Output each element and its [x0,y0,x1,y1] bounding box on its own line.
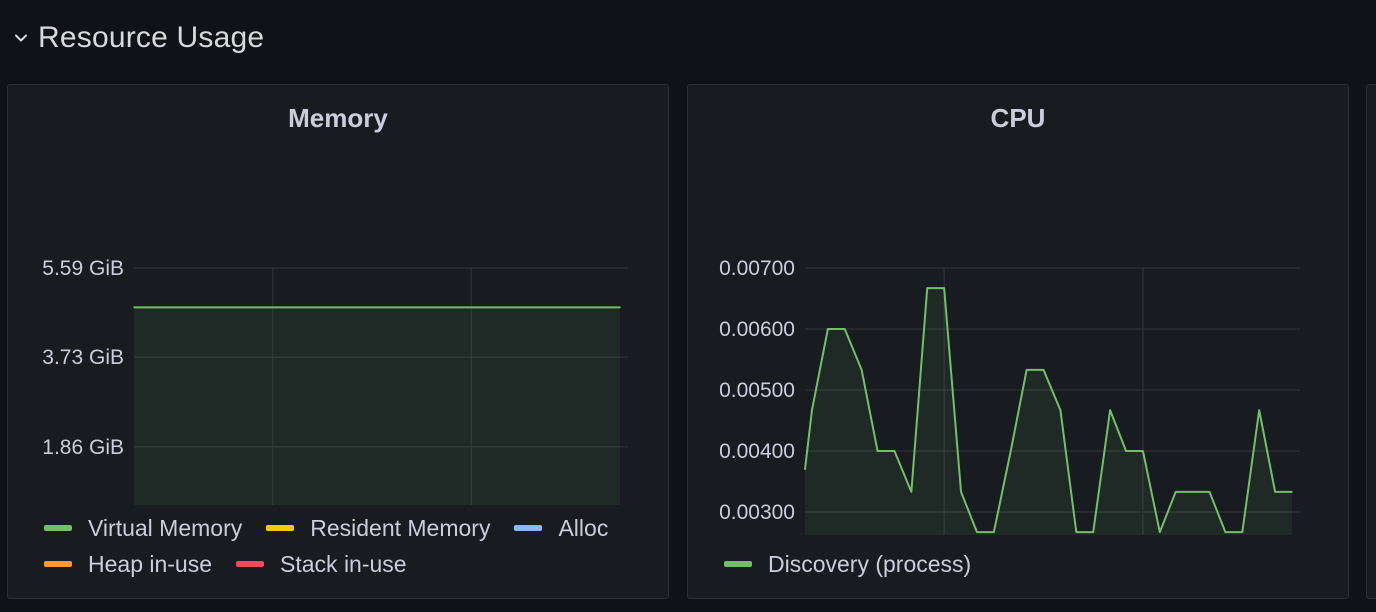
legend-item[interactable]: Discovery (process) [724,549,971,579]
legend-swatch [44,525,72,531]
data-point-1-22 [1142,450,1144,452]
data-point-1-16 [1042,369,1045,371]
data-point-1-1 [804,468,806,471]
data-point-1-25 [1191,491,1194,493]
legend-label: Virtual Memory [88,514,243,541]
cpu-chart[interactable]: 0.002000.003000.004000.005000.006000.007… [688,85,1350,535]
data-point-1-30 [1274,491,1276,493]
data-point-1-11 [960,491,962,493]
data-point-1-12 [976,531,978,533]
data-point-1-10 [943,287,945,289]
data-point-1-5 [860,369,863,371]
y-tick-label: 0.00400 [719,440,795,463]
cpu-panel[interactable]: CPU 0.002000.003000.004000.005000.006000… [687,84,1349,599]
legend-label: Stack in-use [280,550,407,577]
data-point-1-31 [1291,491,1293,493]
offscreen-panel-edge[interactable] [1366,84,1376,599]
data-point-1-3 [827,328,829,330]
y-tick-label: 5.59 GiB [42,257,124,280]
data-point-1-24 [1174,491,1177,493]
data-point-1-13 [993,531,995,533]
data-point-1-15 [1025,369,1028,371]
legend-label: Discovery (process) [768,550,972,577]
data-point-1-4 [843,328,846,330]
data-point-1-18 [1075,531,1078,533]
legend-item[interactable]: Heap in-use [44,549,212,579]
legend-swatch [44,561,72,567]
legend-item[interactable]: Resident Memory [266,513,490,543]
data-point-1-2 [619,306,621,309]
legend-swatch [724,561,752,567]
legend-item[interactable]: Virtual Memory [44,513,242,543]
data-point-1-2 [811,409,813,411]
legend-label: Alloc [558,514,609,541]
memory-chart[interactable]: 0 B1.86 GiB3.73 GiB5.59 GiB16:5416:56 [8,85,670,505]
y-tick-label: 0.00600 [719,318,795,341]
legend-swatch [514,525,543,531]
data-point-1-23 [1159,531,1161,533]
data-point-1-29 [1258,409,1261,411]
data-point-1-19 [1092,531,1095,533]
data-point-1-1 [133,306,135,309]
legend-swatch [266,525,295,531]
series-area-1 [805,288,1292,535]
data-point-1-6 [876,450,879,452]
data-point-1-21 [1125,450,1127,452]
data-point-1-28 [1241,531,1244,533]
chevron-down-icon [12,29,30,47]
legend-item[interactable]: Alloc [514,513,608,543]
data-point-1-17 [1059,409,1062,411]
data-point-1-8 [910,491,913,493]
memory-panel[interactable]: Memory 0 B1.86 GiB3.73 GiB5.59 GiB16:541… [7,84,669,599]
data-point-1-20 [1109,409,1111,411]
y-tick-label: 0.00500 [719,379,795,402]
y-tick-label: 3.73 GiB [42,346,124,369]
legend-swatch [236,561,265,567]
row-collapse-toggle[interactable]: Resource Usage [12,18,264,58]
y-tick-label: 1.86 GiB [42,436,124,459]
series-area-1 [134,307,620,505]
memory-legend: Virtual Memory Resident Memory Alloc Heap i… [44,513,648,579]
row-title: Resource Usage [38,21,265,54]
data-point-1-26 [1208,491,1211,493]
legend-item[interactable]: Stack in-use [236,549,407,579]
legend-label: Resident Memory [310,514,491,541]
y-tick-label: 0.00700 [719,257,795,280]
data-point-1-14 [1009,450,1012,452]
y-tick-label: 0.00300 [719,501,795,524]
data-point-1-7 [893,450,896,452]
data-point-1-27 [1224,531,1227,533]
legend-label: Heap in-use [88,550,213,577]
data-point-1-9 [926,287,929,289]
cpu-legend: Discovery (process) [724,549,1328,579]
